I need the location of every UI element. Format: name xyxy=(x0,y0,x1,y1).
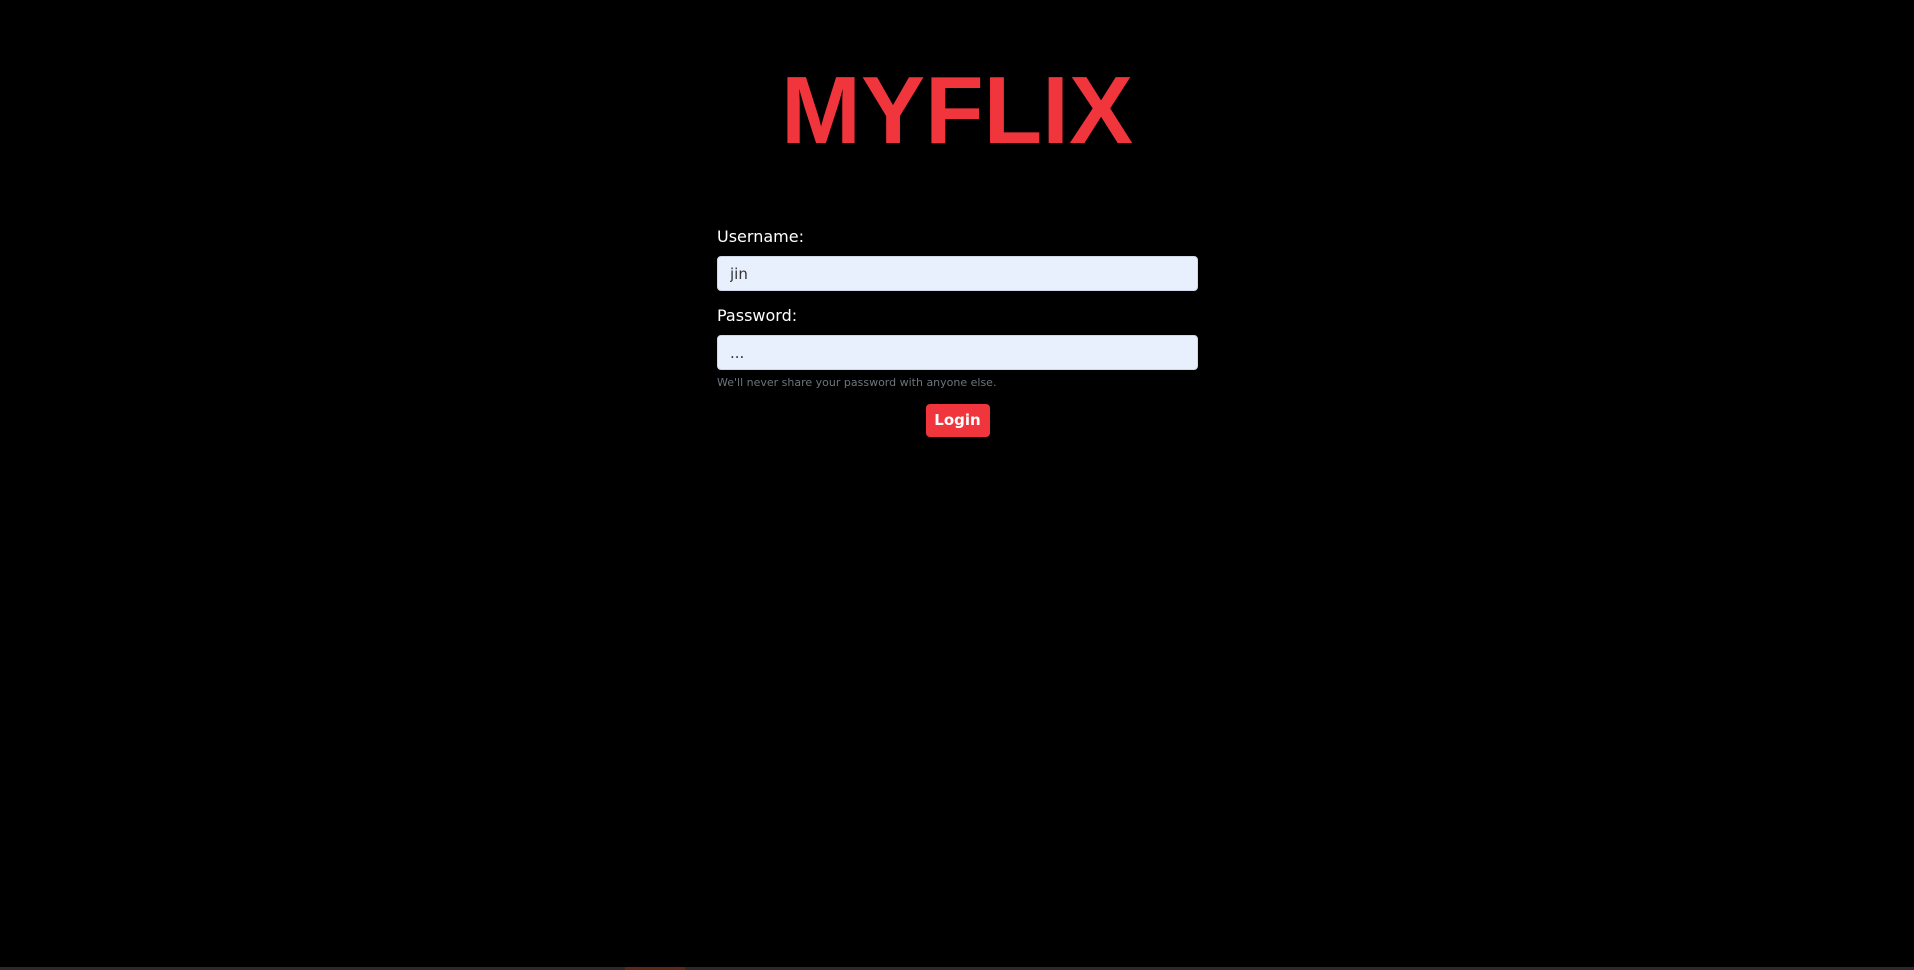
login-form: Username: Password: We'll never share yo… xyxy=(717,226,1198,437)
username-input[interactable] xyxy=(717,256,1198,291)
login-button[interactable]: Login xyxy=(925,404,990,437)
username-label: Username: xyxy=(717,227,804,246)
login-page: MYFLIX Username: Password: We'll never s… xyxy=(0,0,1914,970)
password-label: Password: xyxy=(717,306,798,325)
button-row: Login xyxy=(717,404,1198,437)
password-help-text: We'll never share your password with any… xyxy=(717,376,997,389)
password-input[interactable] xyxy=(717,335,1198,370)
myflix-logo: MYFLIX xyxy=(781,57,1133,164)
